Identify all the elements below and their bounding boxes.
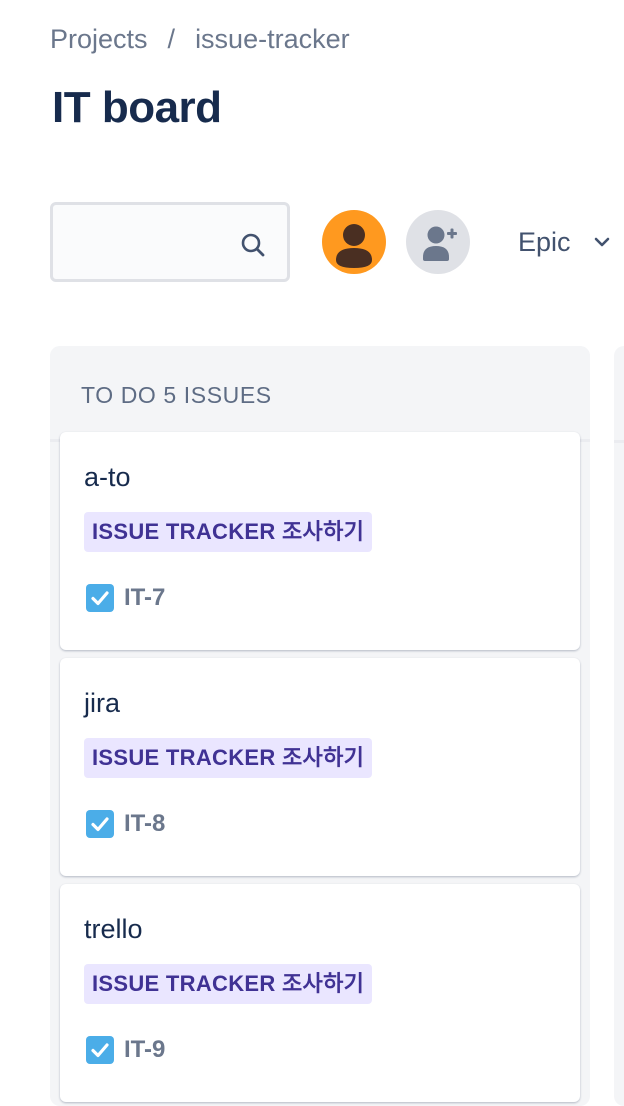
search-icon[interactable] <box>239 231 267 259</box>
epic-lozenge: ISSUE TRACKER 조사하기 <box>84 738 373 778</box>
breadcrumb-project-link[interactable]: issue-tracker <box>195 24 350 55</box>
issue-key-row: IT-9 <box>86 1036 165 1064</box>
breadcrumb-projects-link[interactable]: Projects <box>50 24 148 55</box>
epic-filter-dropdown[interactable]: Epic <box>518 222 611 262</box>
epic-lozenge: ISSUE TRACKER 조사하기 <box>84 512 373 552</box>
issue-key-row: IT-8 <box>86 810 165 838</box>
task-checkbox-icon <box>86 810 114 838</box>
issue-summary: trello <box>84 914 143 944</box>
column-title: TO DO 5 ISSUES <box>81 382 272 408</box>
issue-key: IT-9 <box>124 1036 166 1063</box>
page-title: IT board <box>52 83 222 132</box>
issue-key-row: IT-7 <box>86 584 165 612</box>
epic-lozenge: ISSUE TRACKER 조사하기 <box>84 964 373 1004</box>
issue-card[interactable]: trello ISSUE TRACKER 조사하기 IT-9 <box>60 884 580 1102</box>
column-header: TO DO 5 ISSUES <box>50 346 590 442</box>
board-column-next <box>614 346 624 1106</box>
issue-summary: a-to <box>84 462 131 492</box>
add-user-icon[interactable] <box>406 210 470 274</box>
search-input[interactable] <box>63 215 237 271</box>
board-column-todo: TO DO 5 ISSUES a-to ISSUE TRACKER 조사하기 I… <box>50 346 590 1106</box>
task-checkbox-icon <box>86 584 114 612</box>
issue-key: IT-8 <box>124 810 166 837</box>
user-avatar-icon[interactable] <box>322 210 386 274</box>
task-checkbox-icon <box>86 1036 114 1064</box>
issue-summary: jira <box>84 688 121 718</box>
breadcrumb: Projects / issue-tracker <box>50 22 350 56</box>
epic-filter-label: Epic <box>518 226 571 257</box>
breadcrumb-separator: / <box>167 23 176 54</box>
issue-card[interactable]: jira ISSUE TRACKER 조사하기 IT-8 <box>60 658 580 876</box>
chevron-down-icon <box>594 237 609 247</box>
column-divider <box>614 440 624 443</box>
search-box[interactable] <box>50 202 290 282</box>
issue-card[interactable]: a-to ISSUE TRACKER 조사하기 IT-7 <box>60 432 580 650</box>
issue-key: IT-7 <box>124 584 166 611</box>
